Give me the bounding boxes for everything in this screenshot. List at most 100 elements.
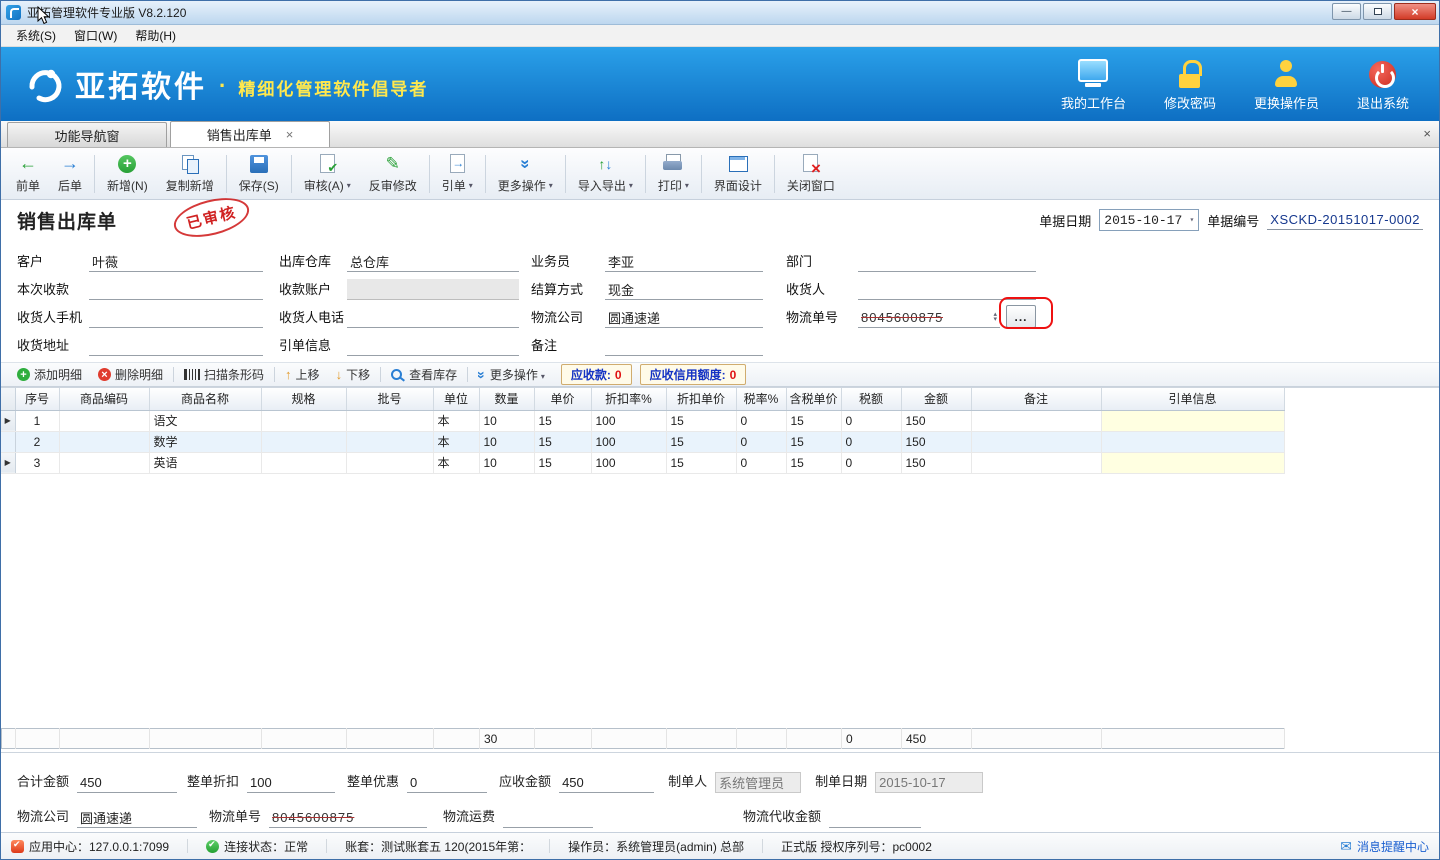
cell[interactable]: 150 (901, 431, 971, 452)
toolbar-more-button[interactable]: 更多操作▾ (489, 152, 562, 196)
field-input-consignee-phone[interactable] (347, 307, 519, 328)
detail-move-down-button[interactable]: 下移 (328, 365, 379, 384)
cell[interactable]: 英语 (149, 452, 261, 473)
tab-sales-outbound[interactable]: 销售出库单× (170, 121, 330, 147)
column-header[interactable]: 折扣单价 (666, 388, 736, 410)
doc-date-input[interactable]: 2015-10-17 ▾ (1099, 209, 1199, 231)
cell[interactable]: 0 (841, 431, 901, 452)
cell[interactable]: 15 (786, 431, 841, 452)
cell[interactable]: 15 (534, 431, 591, 452)
cell[interactable] (1101, 452, 1284, 473)
browse-button[interactable]: ... (1006, 305, 1036, 328)
footer-field-collect-amount[interactable] (829, 807, 921, 828)
cell[interactable] (59, 410, 149, 431)
cell[interactable] (346, 410, 433, 431)
column-header[interactable]: 折扣率% (591, 388, 666, 410)
cell[interactable]: 100 (591, 431, 666, 452)
column-header[interactable]: 序号 (15, 388, 59, 410)
field-input-consignee[interactable] (858, 279, 1036, 300)
spinner-icon[interactable]: ▴▾ (993, 312, 997, 322)
field-input-address[interactable] (89, 335, 263, 356)
cell[interactable]: 15 (534, 452, 591, 473)
close-button[interactable]: × (1394, 3, 1436, 20)
cell[interactable] (261, 431, 346, 452)
cell[interactable]: 15 (666, 452, 736, 473)
toolbar-save-button[interactable]: 保存(S) (230, 152, 288, 196)
cell[interactable]: 本 (433, 452, 479, 473)
toolbar-pull-button[interactable]: 引单▾ (433, 152, 482, 196)
column-header[interactable]: 商品编码 (59, 388, 149, 410)
field-input-consignee-mobile[interactable] (89, 307, 263, 328)
column-header[interactable]: 含税单价 (786, 388, 841, 410)
table-row[interactable]: ▶1语文本1015100150150150 (1, 410, 1284, 431)
tabstrip-close-icon[interactable]: × (1423, 126, 1431, 141)
field-input-salesman[interactable]: 李亚 (605, 251, 763, 272)
cell[interactable] (971, 410, 1101, 431)
column-header[interactable]: 备注 (971, 388, 1101, 410)
footer-field-freight[interactable] (503, 807, 593, 828)
menu-item-1[interactable]: 窗口(W) (65, 25, 126, 46)
column-header[interactable]: 数量 (479, 388, 534, 410)
cell[interactable]: 15 (786, 452, 841, 473)
cell[interactable]: 本 (433, 410, 479, 431)
footer-field-tracking-no[interactable]: 8045600875 (269, 807, 427, 828)
cell[interactable]: 0 (736, 452, 786, 473)
detail-more-ops-button[interactable]: 更多操作▾ (470, 365, 553, 384)
message-center-link[interactable]: ✉ 消息提醒中心 (1340, 838, 1429, 855)
field-input-tracking-no[interactable]: 8045600875▴▾ (858, 307, 1000, 328)
cell[interactable]: 0 (736, 431, 786, 452)
cell[interactable]: 数学 (149, 431, 261, 452)
column-header[interactable]: 金额 (901, 388, 971, 410)
banner-action-exit-system[interactable]: 退出系统 (1357, 57, 1409, 112)
toolbar-copy-button[interactable]: 复制新增 (157, 152, 223, 196)
toolbar-audit-button[interactable]: 审核(A)▾ (295, 152, 360, 196)
cell[interactable]: 3 (15, 452, 59, 473)
restore-button[interactable] (1363, 3, 1392, 20)
column-header[interactable]: 规格 (261, 388, 346, 410)
cell[interactable]: 15 (534, 410, 591, 431)
cell[interactable]: 10 (479, 431, 534, 452)
detail-move-up-button[interactable]: 上移 (277, 365, 328, 384)
cell[interactable] (261, 452, 346, 473)
banner-action-change-password[interactable]: 修改密码 (1164, 57, 1216, 112)
column-header[interactable]: 税率% (736, 388, 786, 410)
cell[interactable]: 0 (841, 410, 901, 431)
footer-field-order-reduction[interactable]: 0 (407, 772, 487, 793)
cell[interactable] (1101, 431, 1284, 452)
cell[interactable] (261, 410, 346, 431)
toolbar-add-button[interactable]: 新增(N) (98, 152, 157, 196)
cell[interactable]: 150 (901, 452, 971, 473)
field-input-remark[interactable] (605, 335, 763, 356)
column-header[interactable]: 单位 (433, 388, 479, 410)
field-input-department[interactable] (858, 251, 1036, 272)
column-header[interactable]: 商品名称 (149, 388, 261, 410)
field-input-warehouse[interactable]: 总仓库 (347, 251, 519, 272)
field-input-payment[interactable] (89, 279, 263, 300)
toolbar-print-button[interactable]: 打印▾ (649, 152, 698, 196)
field-input-logistics-company[interactable]: 圆通速递 (605, 307, 763, 328)
table-row[interactable]: 2数学本1015100150150150 (1, 431, 1284, 452)
cell[interactable]: 100 (591, 410, 666, 431)
cell[interactable] (346, 452, 433, 473)
column-header[interactable]: 单价 (534, 388, 591, 410)
doc-no-value[interactable]: XSCKD-20151017-0002 (1267, 210, 1423, 230)
cell[interactable] (971, 431, 1101, 452)
field-input-customer[interactable]: 叶薇 (89, 251, 263, 272)
table-row[interactable]: ▶3英语本1015100150150150 (1, 452, 1284, 473)
cell[interactable]: 150 (901, 410, 971, 431)
cell[interactable] (346, 431, 433, 452)
toolbar-impexp-button[interactable]: 导入导出▾ (569, 152, 642, 196)
cell[interactable] (59, 452, 149, 473)
toolbar-closewin-button[interactable]: 关闭窗口 (778, 152, 844, 196)
cell[interactable]: 100 (591, 452, 666, 473)
field-input-ref-info[interactable] (347, 335, 519, 356)
receivable-chip[interactable]: 应收款: 0 (561, 364, 632, 385)
toolbar-prev-button[interactable]: 前单 (7, 152, 49, 196)
detail-scan-barcode-button[interactable]: 扫描条形码 (176, 365, 272, 384)
footer-field-total-amount[interactable]: 450 (77, 772, 177, 793)
date-dropdown-icon[interactable]: ▾ (1189, 215, 1194, 225)
detail-view-stock-button[interactable]: 查看库存 (383, 365, 465, 384)
toolbar-next-button[interactable]: 后单 (49, 152, 91, 196)
footer-field-logistics-company[interactable]: 圆通速递 (77, 807, 197, 828)
field-input-settlement[interactable]: 现金 (605, 279, 763, 300)
